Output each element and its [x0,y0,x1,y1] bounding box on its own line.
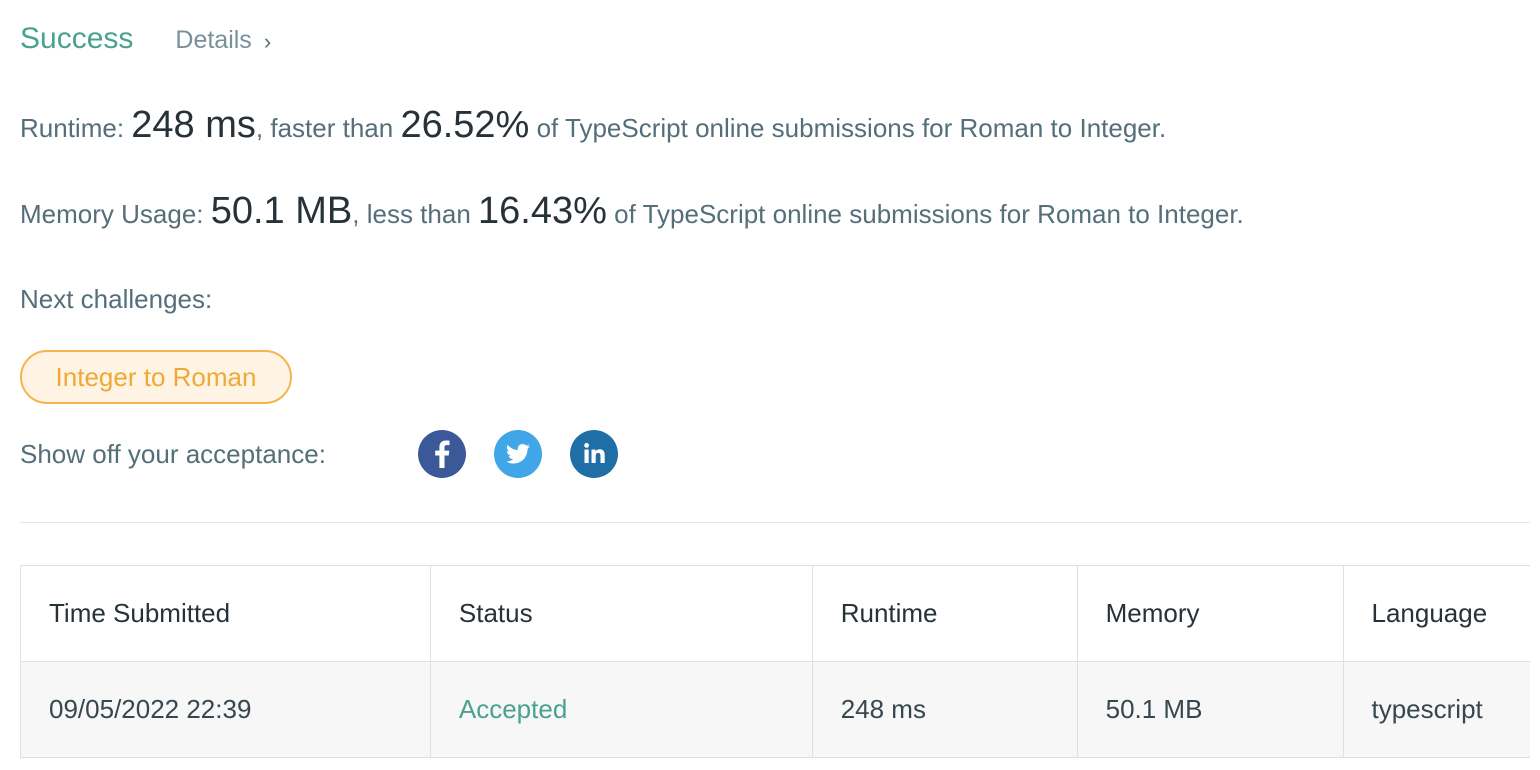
memory-stat: Memory Usage: 50.1 MB, less than 16.43% … [20,190,1244,233]
chevron-right-icon: › [263,28,272,54]
submissions-table: Time Submitted Status Runtime Memory Lan… [20,565,1530,758]
cell-time-submitted: 09/05/2022 22:39 [20,661,431,758]
column-header-language[interactable]: Language [1342,565,1530,662]
memory-label: Memory Usage: [20,199,204,229]
runtime-value: 248 ms [131,104,256,146]
status-title: Success [20,22,134,55]
details-link[interactable]: Details › [175,26,271,55]
memory-percent: 16.43% [478,190,607,232]
section-divider [20,522,1530,523]
share-row: Show off your acceptance: [20,430,646,478]
column-header-runtime[interactable]: Runtime [811,565,1078,662]
memory-value: 50.1 MB [210,190,353,232]
result-header: Success Details › [20,22,271,56]
cell-memory: 50.1 MB [1076,661,1344,758]
table-row: 09/05/2022 22:39 Accepted 248 ms 50.1 MB… [20,661,1530,758]
runtime-stat: Runtime: 248 ms, faster than 26.52% of T… [20,104,1166,147]
memory-compare-text: , less than [352,199,471,229]
runtime-suffix: of TypeScript online submissions for Rom… [536,113,1167,143]
cell-status-link[interactable]: Accepted [429,661,813,758]
table-header-row: Time Submitted Status Runtime Memory Lan… [20,565,1530,662]
runtime-label: Runtime: [20,113,125,143]
column-header-memory[interactable]: Memory [1076,565,1344,662]
challenge-button-integer-to-roman[interactable]: Integer to Roman [20,350,292,404]
facebook-icon[interactable] [418,430,466,478]
column-header-time-submitted[interactable]: Time Submitted [20,565,431,662]
twitter-icon[interactable] [494,430,542,478]
linkedin-icon[interactable] [570,430,618,478]
cell-runtime: 248 ms [811,661,1078,758]
cell-language: typescript [1342,661,1530,758]
details-label: Details [175,26,252,54]
next-challenges-label: Next challenges: [20,284,213,314]
runtime-compare-text: , faster than [255,113,394,143]
share-label: Show off your acceptance: [20,438,326,469]
memory-suffix: of TypeScript online submissions for Rom… [614,199,1244,229]
column-header-status[interactable]: Status [429,565,813,662]
runtime-percent: 26.52% [400,104,530,146]
